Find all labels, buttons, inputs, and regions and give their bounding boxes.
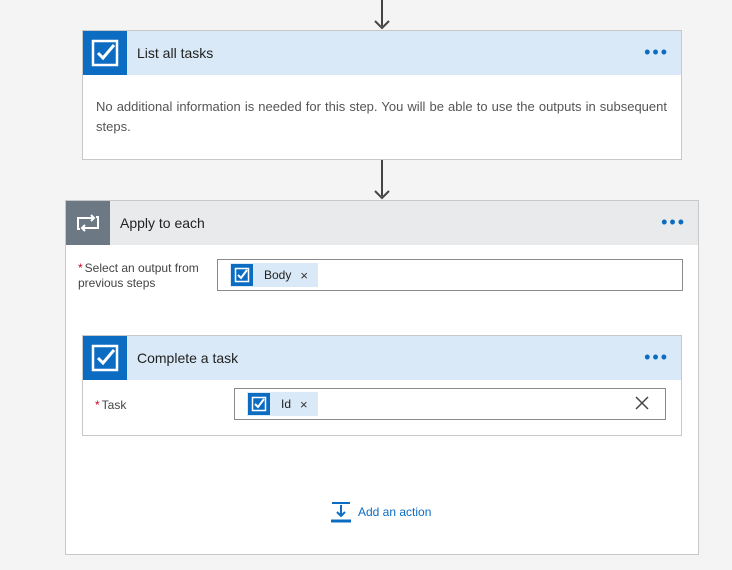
list-all-tasks-title: List all tasks — [137, 45, 214, 61]
add-action-button[interactable]: Add an action — [330, 501, 431, 523]
body-token[interactable]: Body × — [230, 263, 318, 287]
apply-to-each-card: Apply to each ••• * Select an output from… — [65, 200, 699, 555]
task-input[interactable]: Id × — [234, 388, 666, 420]
add-action-icon — [331, 502, 351, 523]
list-all-tasks-menu-button[interactable]: ••• — [644, 43, 669, 61]
arrow-down-icon — [374, 190, 390, 200]
clear-field-icon[interactable] — [635, 396, 649, 415]
checkbox-icon — [248, 393, 270, 415]
select-output-label: * Select an output from previous steps — [78, 261, 208, 291]
loop-icon — [66, 201, 110, 245]
apply-to-each-title: Apply to each — [120, 215, 205, 231]
required-marker: * — [95, 398, 100, 412]
arrow-down-icon — [374, 20, 390, 30]
add-action-label: Add an action — [358, 505, 432, 519]
body-token-label: Body — [264, 268, 292, 282]
apply-to-each-menu-button[interactable]: ••• — [661, 213, 686, 231]
complete-a-task-title: Complete a task — [137, 350, 239, 366]
body-token-remove-button[interactable]: × — [300, 268, 308, 283]
checkbox-icon — [83, 31, 127, 75]
apply-to-each-header[interactable]: Apply to each ••• — [66, 201, 698, 245]
checkbox-icon — [231, 264, 253, 286]
connector-arrow-middle — [374, 160, 390, 200]
list-all-tasks-header[interactable]: List all tasks ••• — [83, 31, 681, 75]
task-field-label: * Task — [95, 398, 126, 413]
complete-a-task-header[interactable]: Complete a task ••• — [83, 336, 681, 380]
id-token[interactable]: Id × — [247, 392, 318, 416]
list-all-tasks-card: List all tasks ••• No additional informa… — [82, 30, 682, 160]
id-token-label: Id — [281, 397, 292, 411]
complete-a-task-menu-button[interactable]: ••• — [644, 348, 669, 366]
select-output-label-text: Select an output from previous steps — [78, 261, 199, 290]
task-field-label-text: Task — [101, 398, 127, 412]
complete-a-task-card: Complete a task ••• * Task Id × — [82, 335, 682, 436]
id-token-remove-button[interactable]: × — [300, 397, 308, 412]
required-marker: * — [78, 261, 83, 275]
connector-arrow-top — [374, 0, 390, 30]
list-all-tasks-info: No additional information is needed for … — [96, 99, 667, 134]
select-output-input[interactable]: Body × — [217, 259, 683, 291]
checkbox-icon — [83, 336, 127, 380]
